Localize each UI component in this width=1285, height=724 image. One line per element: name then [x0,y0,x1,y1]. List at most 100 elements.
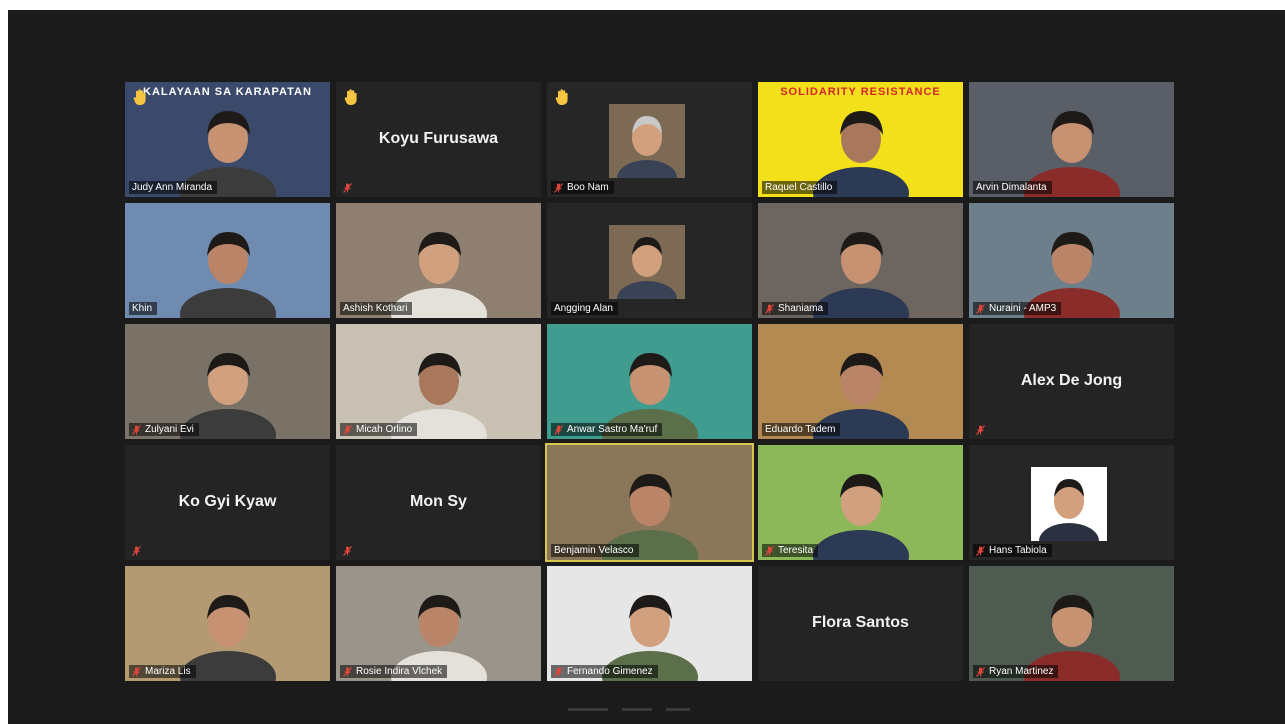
muted-mic-icon [554,182,563,193]
muted-mic-icon [343,546,352,556]
raised-hand-icon [555,89,568,105]
participant-name: Judy Ann Miranda [132,182,213,193]
muted-mic-icon [976,545,985,556]
participant-name-label: Eduardo Tadem [762,423,841,436]
participant-name: Raquel Castillo [765,182,833,193]
participant-name-label: Rosie Indira Vlchek [340,665,448,678]
participant-name: Arvin Dimalanta [976,182,1047,193]
meeting-window: KALAYAAN SA KARAPATAN Judy Ann Miranda K… [8,10,1285,724]
participant-tile[interactable]: Koyu Furusawa [336,82,541,197]
participant-name-label: Anwar Sastro Ma'ruf [551,423,663,436]
participant-name: Teresita [778,545,814,556]
muted-mic-icon [132,546,141,556]
participant-tile[interactable]: Fernando Gimenez [547,566,752,681]
bottom-indicator [568,698,928,711]
participant-tile[interactable]: Hans Tabiola [969,445,1174,560]
muted-mic-icon [765,303,774,314]
participant-status [129,545,146,557]
participant-name-label: Boo Nam [551,181,614,194]
participant-name-label: Nuraini - AMP3 [973,302,1062,315]
participant-tile[interactable]: Ko Gyi Kyaw [125,445,330,560]
participant-tile[interactable]: Nuraini - AMP3 [969,203,1174,318]
muted-mic-icon [976,425,985,435]
participant-name-center: Flora Santos [812,613,909,631]
participant-name: Angging Alan [554,303,613,314]
participant-tile[interactable]: Eduardo Tadem [758,324,963,439]
participant-name: Rosie Indira Vlchek [356,666,443,677]
participant-name-label: Raquel Castillo [762,181,838,194]
participant-name: Benjamin Velasco [554,545,634,556]
person-silhouette [812,474,909,560]
participant-name-label: Hans Tabiola [973,544,1052,557]
participant-tile[interactable]: Mon Sy [336,445,541,560]
profile-photo [609,225,685,299]
participant-name-label: Arvin Dimalanta [973,181,1052,194]
participant-name-label: Ryan Martinez [973,665,1059,678]
participant-tile[interactable]: Boo Nam [547,82,752,197]
person-silhouette [179,232,276,318]
participant-tile[interactable]: Angging Alan [547,203,752,318]
muted-mic-icon [976,303,985,314]
participant-name-label: Teresita [762,544,819,557]
participant-name-label: Fernando Gimenez [551,665,658,678]
participant-name: Khin [132,303,153,314]
participant-name-label: Angging Alan [551,302,618,315]
participant-tile[interactable]: Flora Santos [758,566,963,681]
participant-name-label: Shaniama [762,302,829,315]
muted-mic-icon [343,183,352,193]
participant-name-center: Mon Sy [410,492,467,510]
participant-name-label: Ashish Kothari [340,302,413,315]
participant-name: Mariza Lis [145,666,191,677]
participant-name-label: Micah Orlino [340,423,418,436]
participant-tile[interactable]: Shaniama [758,203,963,318]
muted-mic-icon [132,666,141,677]
participant-name: Anwar Sastro Ma'ruf [567,424,658,435]
participant-name: Boo Nam [567,182,609,193]
participant-tile[interactable]: Khin [125,203,330,318]
participant-status [340,545,357,557]
participant-tile[interactable]: KALAYAAN SA KARAPATAN Judy Ann Miranda [125,82,330,197]
participant-name-center: Ko Gyi Kyaw [178,492,277,510]
participant-tile[interactable]: Mariza Lis [125,566,330,681]
muted-mic-icon [554,424,563,435]
participant-tile[interactable]: SOLIDARITY RESISTANCE Raquel Castillo [758,82,963,197]
participant-name-center: Alex De Jong [1020,371,1123,389]
participant-tile[interactable]: Alex De Jong [969,324,1174,439]
participant-name: Zulyani Evi [145,424,194,435]
muted-mic-icon [554,666,563,677]
participant-name: Eduardo Tadem [765,424,836,435]
participant-name-label: Mariza Lis [129,665,196,678]
participant-name: Ashish Kothari [343,303,408,314]
muted-mic-icon [343,666,352,677]
gallery-grid: KALAYAAN SA KARAPATAN Judy Ann Miranda K… [125,82,1174,681]
participant-name: Ryan Martinez [989,666,1054,677]
participant-name-label: Judy Ann Miranda [129,181,218,194]
participant-name: Micah Orlino [356,424,413,435]
muted-mic-icon [132,424,141,435]
participant-tile[interactable]: Arvin Dimalanta [969,82,1174,197]
participant-name: Nuraini - AMP3 [989,303,1057,314]
participant-name: Fernando Gimenez [567,666,653,677]
participant-tile[interactable]: Micah Orlino [336,324,541,439]
muted-mic-icon [765,545,774,556]
participant-tile[interactable]: Ryan Martinez [969,566,1174,681]
participant-status [973,424,990,436]
participant-name-label: Zulyani Evi [129,423,199,436]
participant-name-label: Benjamin Velasco [551,544,639,557]
participant-name-label: Khin [129,302,158,315]
participant-tile[interactable]: Ashish Kothari [336,203,541,318]
raised-hand-icon [344,89,357,105]
participant-tile[interactable]: Teresita [758,445,963,560]
muted-mic-icon [343,424,352,435]
muted-mic-icon [976,666,985,677]
participant-name-center: Koyu Furusawa [378,129,499,147]
profile-photo [1031,467,1107,541]
profile-photo [609,104,685,178]
participant-name: Hans Tabiola [989,545,1047,556]
participant-tile[interactable]: Rosie Indira Vlchek [336,566,541,681]
raised-hand-icon [133,89,146,105]
participant-name: Shaniama [778,303,824,314]
participant-tile[interactable]: Benjamin Velasco [545,443,754,562]
participant-tile[interactable]: Anwar Sastro Ma'ruf [547,324,752,439]
participant-tile[interactable]: Zulyani Evi [125,324,330,439]
